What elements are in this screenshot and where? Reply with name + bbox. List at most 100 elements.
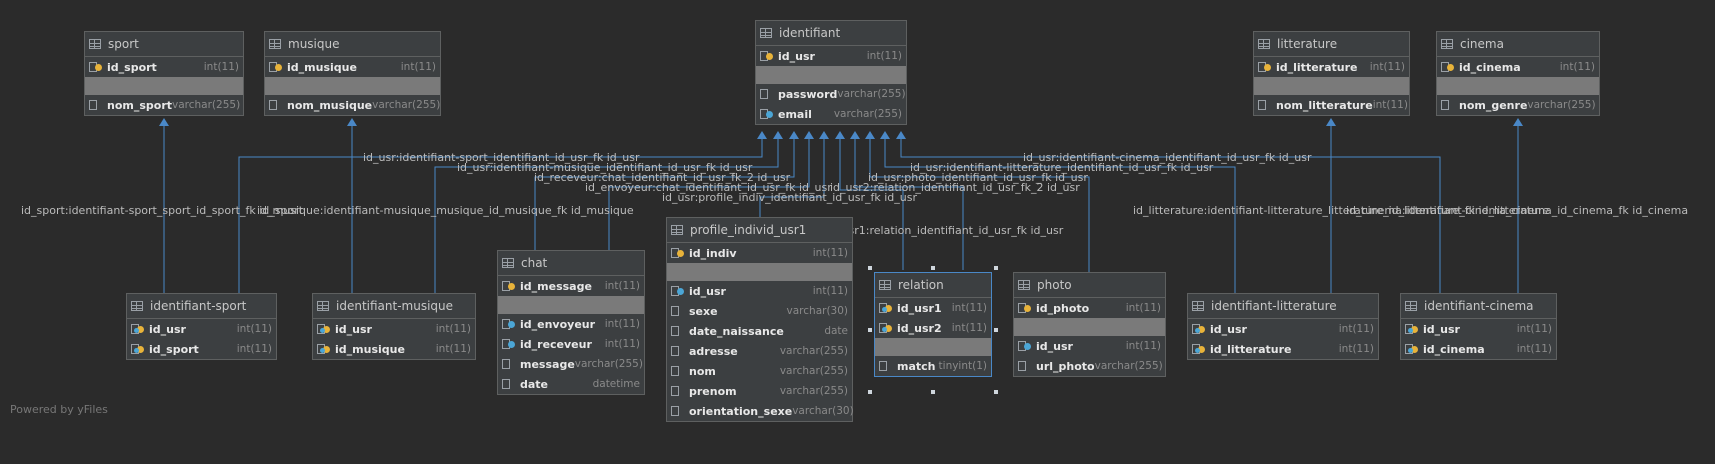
column-row[interactable]: match tinyint(1) — [875, 356, 991, 376]
column-row[interactable]: id_musique int(11) — [265, 57, 440, 77]
selection-handle[interactable] — [931, 390, 935, 394]
column-type: varchar(255) — [779, 365, 848, 377]
column-row[interactable]: nom_sport varchar(255) — [85, 95, 243, 115]
column-row[interactable]: id_usr int(11) — [127, 319, 276, 339]
column-row[interactable]: id_cinema int(11) — [1437, 57, 1599, 77]
column-type: int(11) — [400, 61, 436, 73]
table-photo[interactable]: photo id_photo int(11) id_usr int(11) url_pho… — [1013, 272, 1166, 377]
table-sport[interactable]: sport id_sport int(11) nom_sport varchar(255… — [84, 31, 244, 116]
column-row[interactable]: id_litterature int(11) — [1188, 339, 1378, 359]
column-row[interactable]: email varchar(255) — [756, 104, 906, 124]
key-separator — [667, 263, 852, 281]
table-identifiant[interactable]: identifiant id_usr int(11) password varchar(… — [755, 20, 907, 125]
table-icon — [1258, 39, 1270, 49]
column-row[interactable]: message varchar(255) — [498, 354, 644, 374]
table-icon — [1018, 280, 1030, 290]
column-row[interactable]: password varchar(255) — [756, 84, 906, 104]
column-row[interactable]: orientation_sexe varchar(30) — [667, 401, 854, 421]
column-row[interactable]: url_photo varchar(255) — [1014, 356, 1165, 376]
table-musique[interactable]: musique id_musique int(11) nom_musique varch… — [264, 31, 441, 116]
column-type: varchar(255) — [574, 358, 643, 370]
selection-handle[interactable] — [994, 390, 998, 394]
column-name: match — [897, 359, 936, 373]
table-identifiant-musique[interactable]: identifiant-musique id_usr int(11) id_musiq… — [312, 293, 476, 360]
selection-handle[interactable] — [868, 390, 872, 394]
column-type: int(11) — [951, 302, 987, 314]
column-name: id_sport — [107, 60, 157, 74]
column-row[interactable]: id_usr int(11) — [756, 46, 906, 66]
column-type: int(11) — [1516, 323, 1552, 335]
column-row[interactable]: id_usr1 int(11) — [875, 298, 991, 318]
table-header: photo — [1014, 273, 1165, 298]
foreign-key-icon — [671, 285, 685, 297]
selection-handle[interactable] — [868, 266, 872, 270]
column-type: int(11) — [236, 343, 272, 355]
column-row[interactable]: id_sport int(11) — [127, 339, 276, 359]
column-row[interactable]: id_litterature int(11) — [1254, 57, 1409, 77]
column-row[interactable]: id_cinema int(11) — [1401, 339, 1556, 359]
column-icon — [89, 99, 103, 111]
column-name: nom_litterature — [1276, 98, 1373, 112]
column-icon — [671, 305, 685, 317]
column-type: varchar(255) — [1527, 99, 1596, 111]
column-type: int(11) — [1338, 343, 1374, 355]
table-header: cinema — [1437, 32, 1599, 57]
key-separator — [265, 77, 440, 95]
column-row[interactable]: id_receveur int(11) — [498, 334, 644, 354]
column-icon — [879, 360, 893, 372]
table-identifiant-cinema[interactable]: identifiant-cinema id_usr int(11) id_cinema… — [1400, 293, 1557, 360]
column-row[interactable]: id_usr int(11) — [667, 281, 852, 301]
table-litterature[interactable]: litterature id_litterature int(11) nom_litt… — [1253, 31, 1410, 116]
column-name: nom_genre — [1459, 98, 1528, 112]
table-relation[interactable]: relation id_usr1 int(11) id_usr2 int(11) matc… — [874, 272, 992, 377]
column-row[interactable]: date datetime — [498, 374, 644, 394]
column-type: int(11) — [866, 50, 902, 62]
selection-handle[interactable] — [931, 266, 935, 270]
column-row[interactable]: id_indiv int(11) — [667, 243, 852, 263]
foreign-key-icon — [502, 318, 516, 330]
table-identifiant-litterature[interactable]: identifiant-litterature id_usr int(11) id_l… — [1187, 293, 1379, 360]
column-name: password — [778, 87, 838, 101]
selection-handle[interactable] — [994, 266, 998, 270]
column-row[interactable]: nom_litterature int(11) — [1254, 95, 1409, 115]
column-row[interactable]: nom_musique varchar(255) — [265, 95, 440, 115]
column-icon — [671, 365, 685, 377]
column-row[interactable]: id_usr int(11) — [313, 319, 475, 339]
primary-foreign-key-icon — [317, 343, 331, 355]
column-row[interactable]: id_usr int(11) — [1014, 336, 1165, 356]
column-row[interactable]: id_usr int(11) — [1401, 319, 1556, 339]
column-name: id_usr — [1210, 322, 1247, 336]
table-icon — [502, 258, 514, 268]
table-chat[interactable]: chat id_message int(11) id_envoyeur int(11) i… — [497, 250, 645, 395]
column-name: id_envoyeur — [520, 317, 596, 331]
column-row[interactable]: id_usr2 int(11) — [875, 318, 991, 338]
column-row[interactable]: nom_genre varchar(255) — [1437, 95, 1599, 115]
table-cinema[interactable]: cinema id_cinema int(11) nom_genre varchar(2… — [1436, 31, 1600, 116]
table-profile-individ-usr1[interactable]: profile_individ_usr1 id_indiv int(11) id_us… — [666, 217, 854, 422]
column-type: varchar(255) — [372, 99, 441, 111]
column-row[interactable]: id_usr int(11) — [1188, 319, 1378, 339]
column-row[interactable]: id_photo int(11) — [1014, 298, 1165, 318]
table-name: identifiant-sport — [150, 299, 247, 313]
column-row[interactable]: date_naissance date — [667, 321, 852, 341]
column-name: id_usr — [335, 322, 372, 336]
column-name: id_usr — [1036, 339, 1073, 353]
column-icon — [269, 99, 283, 111]
table-header: identifiant-litterature — [1188, 294, 1378, 319]
column-row[interactable]: id_message int(11) — [498, 276, 644, 296]
column-row[interactable]: id_musique int(11) — [313, 339, 475, 359]
selection-handle[interactable] — [868, 328, 872, 332]
foreign-key-icon — [502, 338, 516, 350]
column-name: date_naissance — [689, 324, 784, 338]
column-row[interactable]: prenom varchar(255) — [667, 381, 852, 401]
column-row[interactable]: nom varchar(255) — [667, 361, 852, 381]
table-icon — [1192, 301, 1204, 311]
key-separator — [756, 66, 906, 84]
column-row[interactable]: id_envoyeur int(11) — [498, 314, 644, 334]
column-row[interactable]: sexe varchar(30) — [667, 301, 852, 321]
table-identifiant-sport[interactable]: identifiant-sport id_usr int(11) id_sport in… — [126, 293, 277, 360]
selection-handle[interactable] — [994, 328, 998, 332]
column-row[interactable]: adresse varchar(255) — [667, 341, 852, 361]
column-row[interactable]: id_sport int(11) — [85, 57, 243, 77]
table-name: relation — [898, 278, 944, 292]
